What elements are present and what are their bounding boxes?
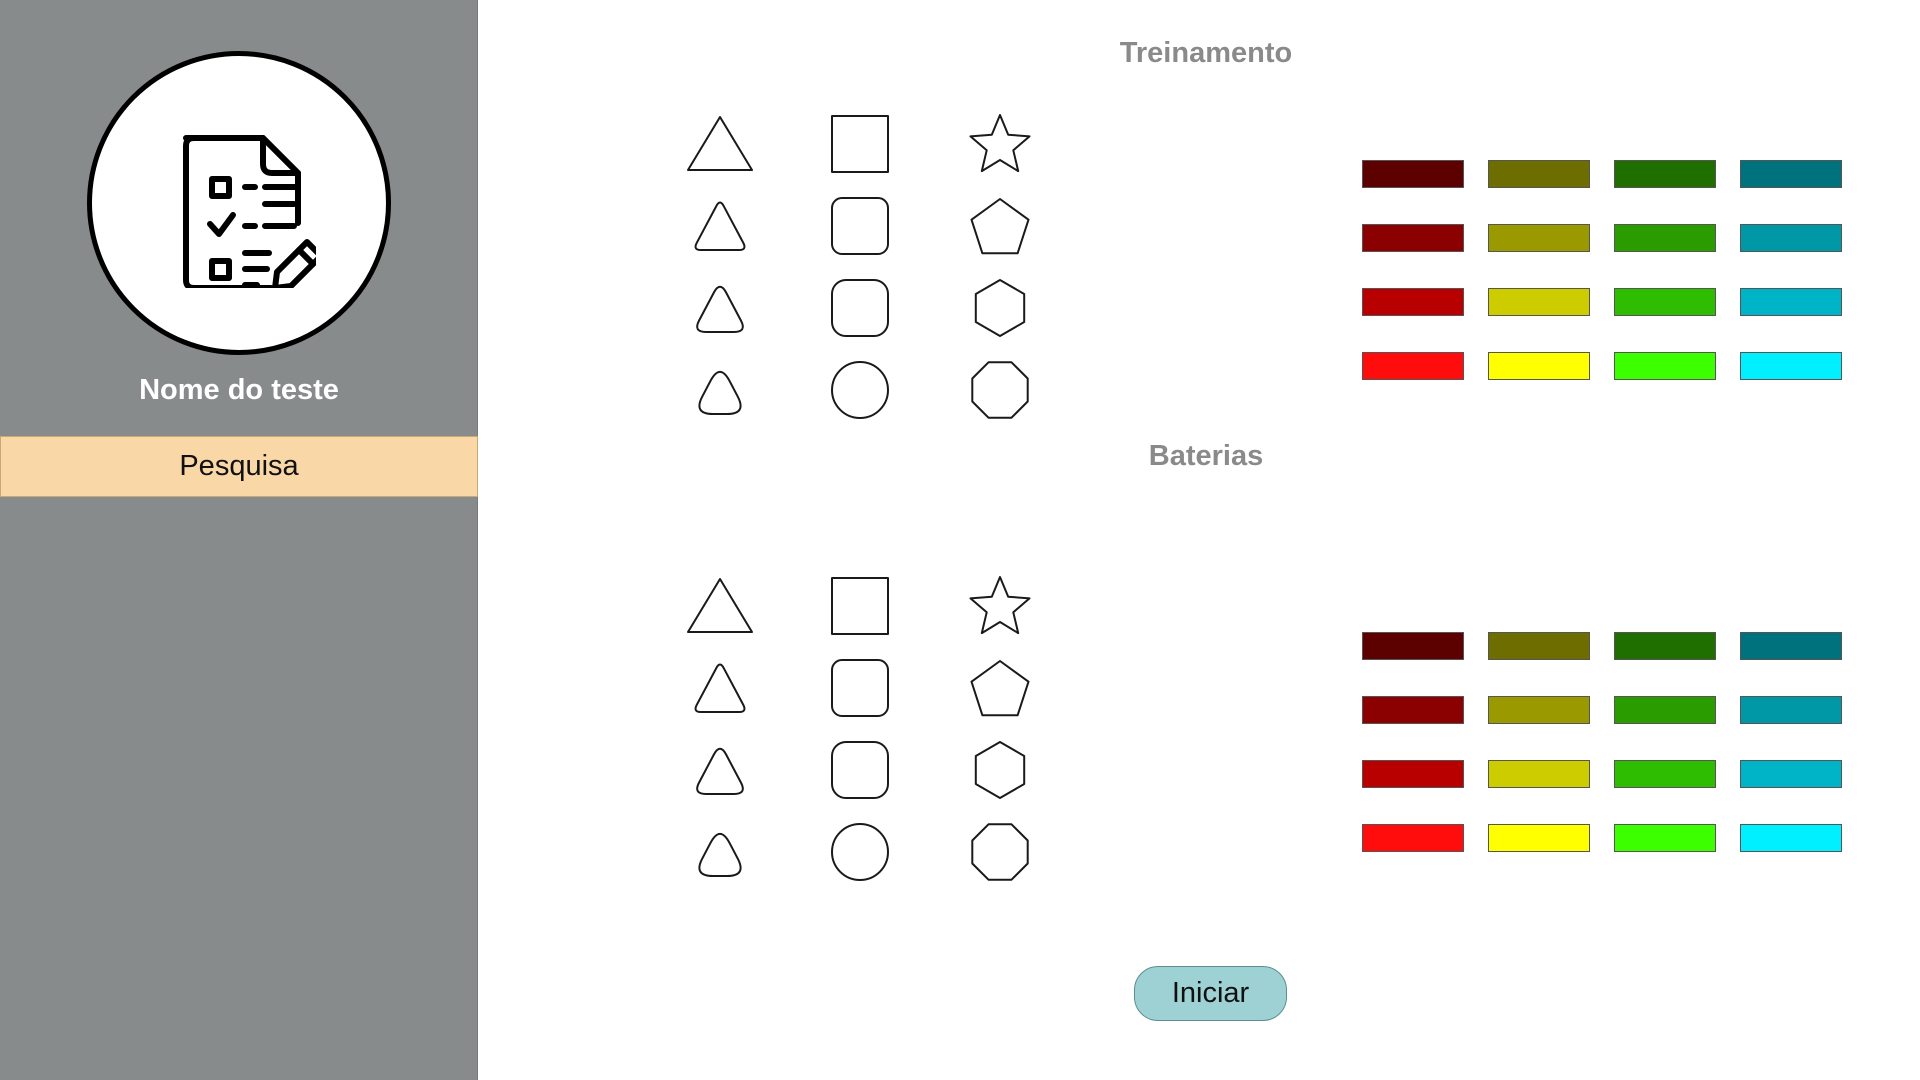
color-swatch[interactable] bbox=[1614, 824, 1716, 852]
color-swatch[interactable] bbox=[1362, 696, 1464, 724]
shape-triangle[interactable] bbox=[680, 104, 760, 184]
color-swatch[interactable] bbox=[1362, 352, 1464, 380]
test-avatar bbox=[87, 51, 391, 355]
training-shapes-grid bbox=[680, 104, 1060, 424]
color-swatch[interactable] bbox=[1488, 288, 1590, 316]
color-swatch[interactable] bbox=[1614, 288, 1716, 316]
start-button[interactable]: Iniciar bbox=[1134, 966, 1287, 1021]
color-swatch[interactable] bbox=[1740, 760, 1842, 788]
color-swatch[interactable] bbox=[1488, 632, 1590, 660]
training-colors-grid bbox=[1362, 160, 1862, 380]
color-swatch[interactable] bbox=[1488, 760, 1590, 788]
battery-colors-grid bbox=[1362, 632, 1862, 852]
color-swatch[interactable] bbox=[1740, 696, 1842, 724]
color-swatch[interactable] bbox=[1362, 160, 1464, 188]
color-swatch[interactable] bbox=[1362, 288, 1464, 316]
color-swatch[interactable] bbox=[1362, 760, 1464, 788]
shape-pentagon[interactable] bbox=[960, 648, 1040, 728]
color-swatch[interactable] bbox=[1488, 696, 1590, 724]
color-swatch[interactable] bbox=[1740, 224, 1842, 252]
shape-square-rounded[interactable] bbox=[820, 648, 900, 728]
color-swatch[interactable] bbox=[1614, 632, 1716, 660]
color-swatch[interactable] bbox=[1614, 160, 1716, 188]
color-swatch[interactable] bbox=[1740, 632, 1842, 660]
color-swatch[interactable] bbox=[1614, 352, 1716, 380]
shape-triangle-more-rounded[interactable] bbox=[680, 268, 760, 348]
color-swatch[interactable] bbox=[1614, 224, 1716, 252]
battery-shapes-grid bbox=[680, 566, 1060, 886]
color-swatch[interactable] bbox=[1362, 632, 1464, 660]
color-swatch[interactable] bbox=[1488, 160, 1590, 188]
color-swatch[interactable] bbox=[1488, 824, 1590, 852]
shape-hexagon[interactable] bbox=[960, 730, 1040, 810]
shape-square-more-rounded[interactable] bbox=[820, 268, 900, 348]
color-swatch[interactable] bbox=[1488, 352, 1590, 380]
color-swatch[interactable] bbox=[1362, 824, 1464, 852]
color-swatch[interactable] bbox=[1740, 352, 1842, 380]
shape-pentagon[interactable] bbox=[960, 186, 1040, 266]
color-swatch[interactable] bbox=[1740, 288, 1842, 316]
checklist-edit-icon bbox=[183, 135, 316, 288]
shape-square-more-rounded[interactable] bbox=[820, 730, 900, 810]
shape-circle[interactable] bbox=[820, 812, 900, 892]
color-swatch[interactable] bbox=[1614, 760, 1716, 788]
shape-triangle-rounded[interactable] bbox=[680, 648, 760, 728]
shape-triangle-rounded[interactable] bbox=[680, 186, 760, 266]
shape-triangle-most-rounded[interactable] bbox=[680, 350, 760, 430]
shape-circle[interactable] bbox=[820, 350, 900, 430]
color-swatch[interactable] bbox=[1740, 160, 1842, 188]
sidebar: Nome do teste Pesquisa bbox=[0, 0, 478, 1080]
menu-item-pesquisa[interactable]: Pesquisa bbox=[0, 436, 478, 497]
shape-triangle-more-rounded[interactable] bbox=[680, 730, 760, 810]
shape-octagon[interactable] bbox=[960, 812, 1040, 892]
section-title-baterias: Baterias bbox=[1148, 440, 1264, 472]
shape-star[interactable] bbox=[960, 104, 1040, 184]
section-title-treinamento: Treinamento bbox=[1119, 37, 1293, 69]
shape-square[interactable] bbox=[820, 566, 900, 646]
test-name: Nome do teste bbox=[139, 374, 339, 406]
shape-triangle-most-rounded[interactable] bbox=[680, 812, 760, 892]
shape-star[interactable] bbox=[960, 566, 1040, 646]
shape-square-rounded[interactable] bbox=[820, 186, 900, 266]
shape-octagon[interactable] bbox=[960, 350, 1040, 430]
color-swatch[interactable] bbox=[1740, 824, 1842, 852]
color-swatch[interactable] bbox=[1614, 696, 1716, 724]
shape-triangle[interactable] bbox=[680, 566, 760, 646]
color-swatch[interactable] bbox=[1488, 224, 1590, 252]
color-swatch[interactable] bbox=[1362, 224, 1464, 252]
shape-hexagon[interactable] bbox=[960, 268, 1040, 348]
shape-square[interactable] bbox=[820, 104, 900, 184]
